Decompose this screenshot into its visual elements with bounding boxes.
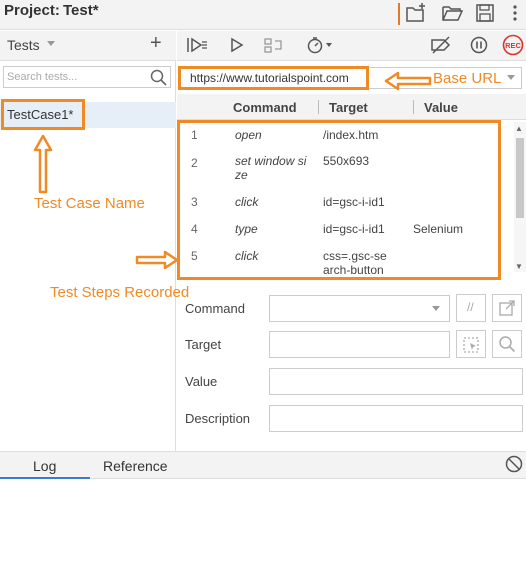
search-placeholder: Search tests... [7, 71, 78, 83]
record-label: REC [505, 41, 521, 50]
right-arrow-annotation [135, 250, 179, 275]
chevron-down-icon[interactable] [507, 75, 515, 80]
speed-icon[interactable] [306, 36, 334, 59]
project-label: Project: [4, 2, 60, 19]
comment-toggle-label: // [467, 300, 474, 314]
disable-breakpoints-icon[interactable] [430, 36, 452, 59]
scroll-up-icon[interactable]: ▲ [515, 124, 523, 133]
tab-log[interactable]: Log [33, 458, 56, 474]
external-link-icon [498, 299, 516, 322]
active-tab-indicator [0, 477, 90, 479]
tests-dropdown[interactable]: Tests [7, 37, 40, 53]
new-project-icon[interactable] [405, 3, 427, 23]
step-over-icon[interactable] [263, 36, 285, 59]
pause-icon[interactable] [469, 36, 489, 59]
cursor-select-icon [462, 336, 480, 359]
command-select[interactable] [269, 295, 450, 322]
value-label: Value [185, 374, 218, 389]
run-test-icon[interactable] [229, 36, 245, 59]
column-header-target[interactable]: Target [329, 100, 368, 115]
description-input[interactable] [269, 405, 523, 432]
command-label: Command [185, 301, 245, 316]
add-test-button[interactable]: + [150, 33, 162, 53]
base-url-highlight [178, 66, 369, 90]
more-options-icon[interactable] [505, 3, 526, 23]
scrollbar-thumb[interactable] [516, 138, 524, 218]
chevron-down-icon[interactable] [432, 306, 440, 311]
up-arrow-annotation [33, 134, 53, 199]
search-icon[interactable] [150, 69, 167, 91]
open-project-icon[interactable] [441, 3, 464, 23]
target-input[interactable] [269, 331, 450, 358]
base-url-annotation: Base URL [433, 70, 502, 87]
column-divider [318, 100, 319, 114]
test-steps-annotation: Test Steps Recorded [50, 284, 190, 301]
search-icon [498, 335, 516, 358]
left-arrow-annotation [384, 71, 432, 96]
test-case-name-annotation: Test Case Name [34, 195, 145, 212]
description-label: Description [185, 411, 251, 426]
console-tabs-bar [0, 451, 526, 479]
test-case-highlight [1, 99, 85, 130]
save-project-icon[interactable] [474, 3, 496, 23]
steps-highlight [177, 120, 501, 280]
tests-panel [0, 31, 176, 451]
column-header-value[interactable]: Value [424, 100, 458, 115]
record-button[interactable]: REC [501, 34, 525, 61]
column-divider [413, 100, 414, 114]
log-output [0, 480, 526, 567]
project-name[interactable]: Test* [63, 2, 99, 19]
clear-log-icon[interactable] [505, 455, 523, 478]
tab-reference[interactable]: Reference [103, 458, 168, 474]
run-all-tests-icon[interactable] [185, 36, 209, 59]
target-label: Target [185, 337, 222, 352]
value-input[interactable] [269, 368, 523, 395]
scroll-down-icon[interactable]: ▼ [515, 262, 523, 271]
toolbar-divider [398, 3, 400, 25]
chevron-down-icon[interactable] [47, 41, 55, 46]
column-header-command[interactable]: Command [233, 100, 297, 115]
